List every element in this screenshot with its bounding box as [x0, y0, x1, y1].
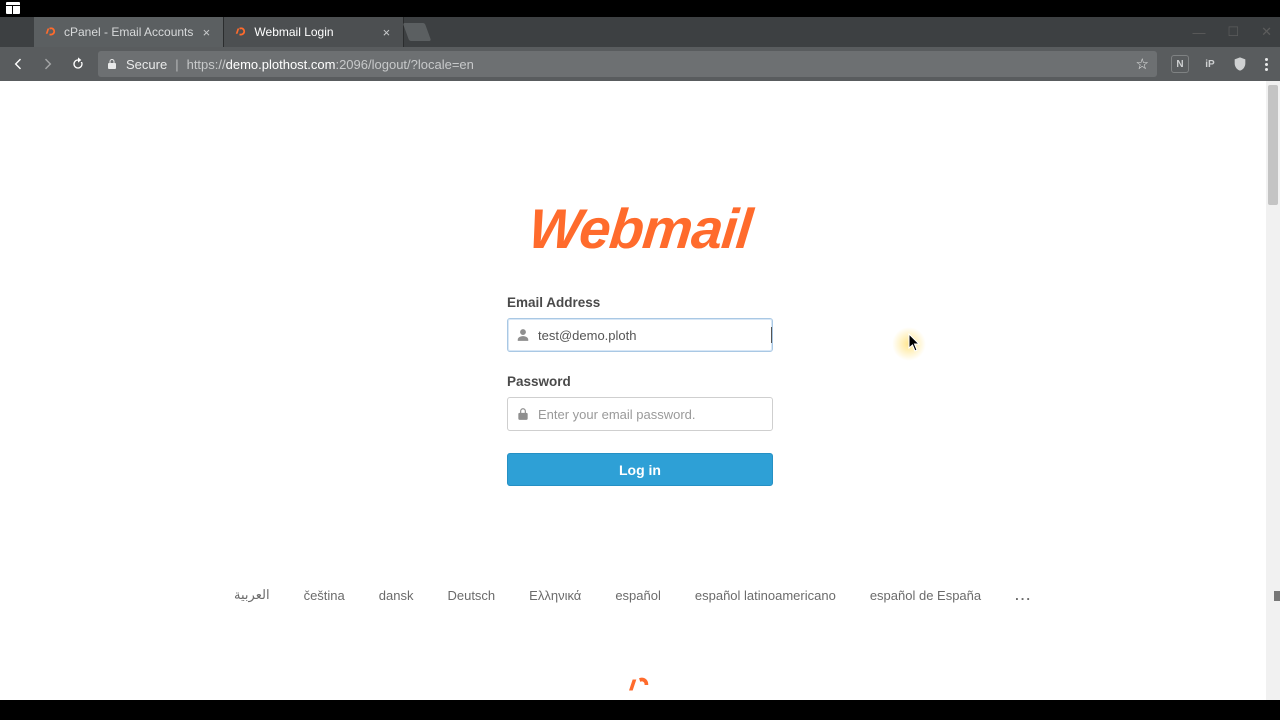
lang-option[interactable]: Deutsch	[447, 588, 495, 603]
lang-option[interactable]: dansk	[379, 588, 414, 603]
page-viewport: Webmail Email Address Password Log in ال	[0, 81, 1280, 700]
omnibox[interactable]: Secure | https://demo.plothost.com:2096/…	[98, 51, 1157, 77]
secure-label: Secure	[126, 57, 167, 72]
extension-ip-icon[interactable]	[1201, 55, 1219, 73]
os-bottom-bar	[0, 700, 1280, 720]
os-top-bar	[0, 0, 1280, 17]
tab-close-icon[interactable]: ×	[199, 25, 213, 39]
window-controls: — ☐ ✕	[1192, 17, 1272, 47]
tab-webmail[interactable]: Webmail Login ×	[224, 17, 404, 47]
separator: |	[175, 57, 178, 72]
browser-menu-button[interactable]	[1261, 58, 1272, 71]
lang-option[interactable]: español	[615, 588, 661, 603]
address-bar: Secure | https://demo.plothost.com:2096/…	[0, 47, 1280, 81]
window-minimize-button[interactable]: —	[1192, 25, 1205, 40]
tab-close-icon[interactable]: ×	[379, 25, 393, 39]
text-caret	[771, 327, 772, 343]
cpanel-footer-logo-icon	[629, 677, 651, 698]
login-button[interactable]: Log in	[507, 453, 773, 486]
webmail-logo: Webmail	[525, 196, 754, 261]
lang-option[interactable]: čeština	[304, 588, 345, 603]
language-selector: العربية čeština dansk Deutsch Ελληνικά e…	[0, 587, 1266, 603]
window-close-button[interactable]: ✕	[1261, 24, 1272, 40]
cpanel-favicon-icon	[44, 25, 58, 39]
tab-title: Webmail Login	[254, 25, 373, 39]
arrow-right-icon	[40, 56, 56, 72]
email-input[interactable]	[538, 319, 777, 351]
scrollbar-thumb[interactable]	[1268, 85, 1278, 205]
email-label: Email Address	[507, 295, 773, 310]
lang-more-button[interactable]: ...	[1015, 588, 1032, 603]
url: https://demo.plothost.com:2096/logout/?l…	[187, 57, 474, 72]
app-icon	[6, 2, 20, 14]
new-tab-button[interactable]	[404, 17, 430, 47]
nav-forward-button[interactable]	[38, 56, 58, 72]
tab-strip: cPanel - Email Accounts × Webmail Login …	[0, 17, 1280, 47]
lang-option[interactable]: Ελληνικά	[529, 588, 581, 603]
reload-icon	[70, 56, 86, 72]
extensions: N	[1167, 55, 1272, 73]
login-form: Email Address Password Log in	[507, 295, 773, 486]
tab-title: cPanel - Email Accounts	[64, 25, 193, 39]
password-field-wrap	[507, 397, 773, 431]
lang-option[interactable]: العربية	[234, 587, 270, 603]
bookmark-star-icon[interactable]: ☆	[1136, 55, 1149, 73]
user-icon	[508, 328, 538, 342]
lock-icon	[508, 407, 538, 421]
password-label: Password	[507, 374, 773, 389]
nav-reload-button[interactable]	[68, 56, 88, 72]
arrow-left-icon	[10, 56, 26, 72]
lang-option[interactable]: español de España	[870, 588, 981, 603]
lang-option[interactable]: español latinoamericano	[695, 588, 836, 603]
extension-shield-icon[interactable]	[1231, 55, 1249, 73]
lock-icon	[106, 58, 118, 70]
tab-cpanel[interactable]: cPanel - Email Accounts ×	[34, 17, 224, 47]
extension-1-icon[interactable]: N	[1171, 55, 1189, 73]
password-input[interactable]	[538, 398, 772, 430]
vertical-scrollbar[interactable]	[1266, 81, 1280, 700]
cpanel-favicon-icon	[234, 25, 248, 39]
email-field-wrap	[507, 318, 773, 352]
right-edge-mark	[1274, 591, 1280, 601]
window-maximize-button[interactable]: ☐	[1227, 24, 1239, 40]
nav-back-button[interactable]	[8, 56, 28, 72]
